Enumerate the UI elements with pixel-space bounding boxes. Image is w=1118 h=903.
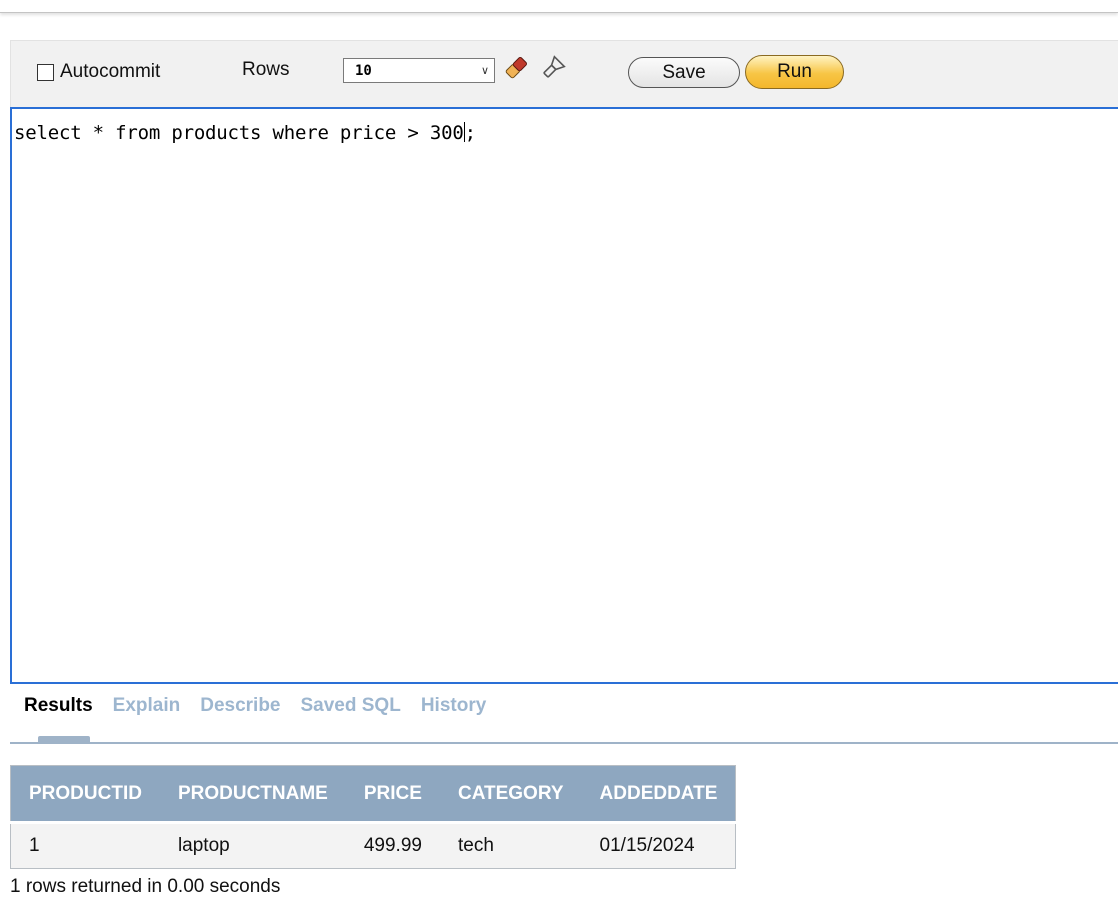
sql-text: select * from products where price > 300…	[14, 122, 476, 144]
eraser-icon[interactable]	[501, 53, 531, 83]
rows-label: Rows	[242, 59, 290, 80]
autocommit-label: Autocommit	[60, 61, 161, 82]
sql-editor[interactable]: select * from products where price > 300…	[10, 107, 1118, 684]
cell-productname: laptop	[159, 822, 346, 869]
cell-category: tech	[439, 822, 582, 869]
tab-explain[interactable]: Explain	[113, 695, 181, 717]
tab-describe[interactable]: Describe	[200, 695, 280, 717]
column-header-addeddate: ADDEDDATE	[581, 765, 736, 824]
column-header-price: PRICE	[345, 765, 440, 824]
column-header-productid: PRODUCTID	[10, 765, 160, 824]
run-button[interactable]: Run	[745, 55, 844, 89]
rows-select-value: 10	[355, 62, 372, 79]
tab-results[interactable]: Results	[24, 695, 93, 717]
column-header-category: CATEGORY	[439, 765, 582, 824]
results-status: 1 rows returned in 0.00 seconds	[10, 876, 281, 897]
flashlight-icon[interactable]	[538, 53, 568, 83]
table-header-row: PRODUCTID PRODUCTNAME PRICE CATEGORY ADD…	[10, 765, 736, 824]
sql-after-caret: ;	[464, 122, 476, 144]
chevron-down-icon: ∨	[480, 65, 490, 77]
cell-productid: 1	[10, 822, 160, 869]
cell-addeddate: 01/15/2024	[581, 822, 736, 869]
cell-price: 499.99	[345, 822, 440, 869]
autocommit-toggle[interactable]: Autocommit	[37, 61, 160, 83]
sql-toolbar: Autocommit Rows 10 ∨ Save Run	[10, 40, 1118, 107]
top-divider	[0, 0, 1118, 13]
column-header-productname: PRODUCTNAME	[159, 765, 346, 824]
autocommit-checkbox[interactable]	[37, 63, 54, 81]
tab-divider	[10, 742, 1118, 744]
sql-before-caret: select * from products where price > 300	[14, 122, 464, 144]
table-row: 1 laptop 499.99 tech 01/15/2024	[10, 822, 736, 869]
save-button[interactable]: Save	[628, 57, 740, 88]
rows-select[interactable]: 10 ∨	[343, 58, 495, 83]
output-tabs: Results Explain Describe Saved SQL Histo…	[24, 695, 506, 717]
tab-history[interactable]: History	[421, 695, 486, 717]
tab-saved-sql[interactable]: Saved SQL	[301, 695, 401, 717]
results-table: PRODUCTID PRODUCTNAME PRICE CATEGORY ADD…	[10, 765, 737, 869]
